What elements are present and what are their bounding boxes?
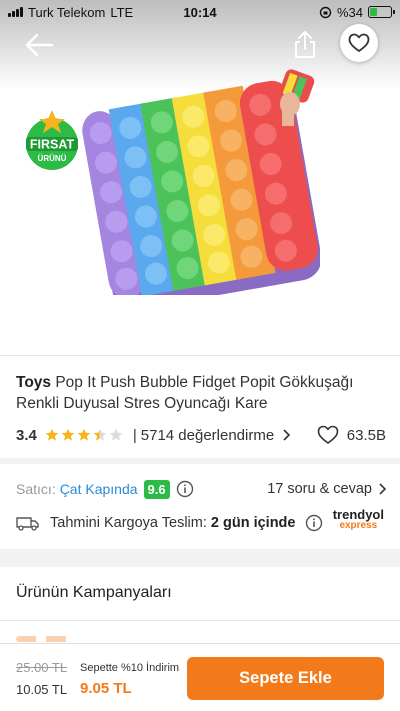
delivery-truck-icon — [16, 517, 39, 531]
battery-icon — [368, 6, 395, 18]
chevron-right-icon — [283, 429, 291, 441]
arrow-left-icon — [25, 33, 54, 57]
bottom-action-bar: 25.00 TL 10.05 TL Sepette %10 İndirim 9.… — [0, 643, 400, 711]
rating-row[interactable]: 3.4 | 5714 değerlendirme 63.5B — [16, 425, 386, 445]
seller-name-link[interactable]: Çat Kapında — [60, 481, 138, 497]
share-icon — [295, 31, 315, 58]
star-half-icon — [93, 428, 107, 441]
rating-stars — [45, 428, 123, 442]
shipping-estimate: 2 gün içinde — [210, 515, 296, 531]
current-price: 10.05 TL — [16, 682, 68, 697]
badge-line2: ÜRÜNÜ — [38, 154, 67, 163]
badge-line1: FIRSAT — [30, 138, 75, 152]
shipping-label: Tahmini Kargoya Teslim: — [50, 515, 207, 531]
info-icon[interactable] — [305, 514, 323, 532]
divider — [0, 355, 400, 356]
product-title: Toys Pop It Push Bubble Fidget Popit Gök… — [16, 372, 386, 414]
campaigns-title: Ürünün Kampanyaları — [16, 584, 172, 601]
qa-link[interactable]: 17 soru & cevap — [267, 478, 386, 500]
add-to-cart-button[interactable]: Sepete Ekle — [187, 657, 384, 700]
seller-label: Satıcı: — [16, 481, 56, 497]
section-gap — [0, 458, 400, 464]
logo-line1: trendyol — [332, 507, 384, 522]
heart-outline-icon — [348, 33, 370, 52]
product-inset-image — [279, 69, 315, 126]
divider — [0, 620, 400, 621]
like-count: 63.5B — [346, 426, 386, 444]
share-button[interactable] — [288, 28, 322, 62]
like-counter[interactable]: 63.5B — [317, 425, 386, 445]
seller-score-badge: 9.6 — [143, 479, 170, 499]
section-gap — [0, 549, 400, 567]
signal-icon — [8, 7, 23, 17]
star-full-icon — [77, 428, 91, 441]
battery-percent: %34 — [336, 4, 363, 20]
seller-row: Satıcı: Çat Kapında 9.6 17 soru & cevap — [16, 478, 386, 500]
network-type: LTE — [110, 4, 134, 20]
cart-discount-price: 9.05 TL — [80, 680, 132, 697]
old-price: 25.00 TL — [16, 660, 68, 675]
qa-label: 17 soru & cevap — [267, 481, 372, 497]
heart-outline-icon — [317, 425, 339, 444]
product-name: Pop It Push Bubble Fidget Popit Gökkuşağ… — [16, 374, 354, 412]
shipping-row: Tahmini Kargoya Teslim: 2 gün içinde tre… — [16, 507, 386, 534]
carrier-name: Turk Telekom — [28, 4, 106, 20]
logo-line2: express — [339, 520, 378, 531]
review-count[interactable]: 5714 değerlendirme — [141, 427, 274, 444]
product-brand[interactable]: Toys — [16, 374, 51, 391]
chevron-right-icon — [379, 483, 386, 495]
product-image-area[interactable]: FIRSAT ÜRÜNÜ — [0, 0, 400, 355]
deal-badge: FIRSAT ÜRÜNÜ — [20, 110, 84, 174]
back-button[interactable] — [22, 30, 56, 60]
star-full-icon — [45, 428, 59, 441]
info-icon[interactable] — [176, 480, 194, 498]
rating-value: 3.4 — [16, 426, 37, 444]
favorite-button[interactable] — [340, 24, 378, 62]
star-full-icon — [61, 428, 75, 441]
star-empty-icon — [109, 428, 123, 441]
campaign-preview — [16, 636, 116, 642]
orientation-lock-icon — [319, 6, 332, 18]
cart-discount-label: Sepette %10 İndirim — [80, 662, 180, 674]
status-bar: Turk Telekom LTE 10:14 %34 — [0, 0, 400, 24]
trendyol-express-logo: trendyol express — [332, 507, 384, 531]
separator: | — [132, 426, 137, 444]
